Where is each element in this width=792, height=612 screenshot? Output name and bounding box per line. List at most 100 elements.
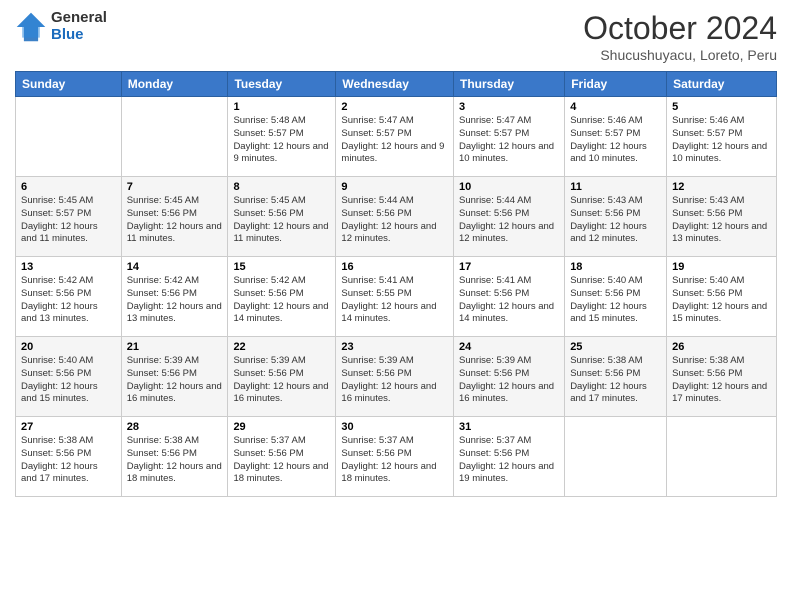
calendar-cell: 2Sunrise: 5:47 AMSunset: 5:57 PMDaylight…: [336, 97, 454, 177]
day-detail: Sunrise: 5:43 AMSunset: 5:56 PMDaylight:…: [672, 195, 771, 246]
day-number: 3: [459, 101, 559, 113]
calendar-cell: 14 Sunrise: 5:42 AMSunset: 5:56 PMDayligh…: [121, 257, 228, 337]
calendar-cell: 8 Sunrise: 5:45 AMSunset: 5:56 PMDaylight…: [228, 177, 336, 257]
calendar-cell: 29Sunrise: 5:37 AMSunset: 5:56 PMDayligh…: [228, 417, 336, 497]
day-detail: Sunrise: 5:41 AMSunset: 5:56 PMDaylight:…: [459, 275, 559, 326]
day-number: 1: [233, 101, 330, 113]
day-detail: Sunrise: 5:38 AMSunset: 5:56 PMDaylight:…: [672, 355, 771, 406]
calendar-cell: 7 Sunrise: 5:45 AMSunset: 5:56 PMDaylight…: [121, 177, 228, 257]
day-detail: Sunrise: 5:39 AMSunset: 5:56 PMDaylight:…: [459, 355, 559, 406]
logo-text: General Blue: [51, 10, 107, 43]
calendar-table: SundayMondayTuesdayWednesdayThursdayFrid…: [15, 71, 777, 497]
calendar-cell: 16 Sunrise: 5:41 AMSunset: 5:55 PMDayligh…: [336, 257, 454, 337]
location: Shucushuyacu, Loreto, Peru: [583, 47, 777, 63]
calendar-cell: 13Sunrise: 5:42 AMSunset: 5:56 PMDayligh…: [16, 257, 122, 337]
day-number: 28: [127, 421, 223, 433]
day-detail: Sunrise: 5:43 AMSunset: 5:56 PMDaylight:…: [570, 195, 661, 246]
calendar-cell: 15 Sunrise: 5:42 AMSunset: 5:56 PMDayligh…: [228, 257, 336, 337]
day-number: 16: [341, 261, 448, 273]
calendar-cell: 4 Sunrise: 5:46 AMSunset: 5:57 PMDaylight…: [565, 97, 667, 177]
calendar-cell: 20 Sunrise: 5:40 AMSunset: 5:56 PMDayligh…: [16, 337, 122, 417]
day-detail: Sunrise: 5:38 AMSunset: 5:56 PMDaylight:…: [570, 355, 661, 406]
day-number: 21: [127, 341, 223, 353]
calendar-cell: 27 Sunrise: 5:38 AMSunset: 5:56 PMDayligh…: [16, 417, 122, 497]
calendar-cell: 30Sunrise: 5:37 AMSunset: 5:56 PMDayligh…: [336, 417, 454, 497]
logo: General Blue: [15, 10, 107, 43]
day-number: 26: [672, 341, 771, 353]
day-detail: Sunrise: 5:40 AMSunset: 5:56 PMDaylight:…: [570, 275, 661, 326]
day-number: 7: [127, 181, 223, 193]
calendar-cell: 5Sunrise: 5:46 AMSunset: 5:57 PMDaylight…: [667, 97, 777, 177]
calendar-cell: [16, 97, 122, 177]
day-detail: Sunrise: 5:42 AMSunset: 5:56 PMDaylight:…: [233, 275, 330, 326]
day-detail: Sunrise: 5:44 AMSunset: 5:56 PMDaylight:…: [459, 195, 559, 246]
day-number: 22: [233, 341, 330, 353]
logo-blue: Blue: [51, 27, 107, 44]
month-title: October 2024: [583, 10, 777, 47]
day-number: 17: [459, 261, 559, 273]
day-detail: Sunrise: 5:46 AMSunset: 5:57 PMDaylight:…: [570, 115, 661, 166]
calendar-cell: 18Sunrise: 5:40 AMSunset: 5:56 PMDayligh…: [565, 257, 667, 337]
day-detail: Sunrise: 5:37 AMSunset: 5:56 PMDaylight:…: [459, 435, 559, 486]
calendar-cell: 28 Sunrise: 5:38 AMSunset: 5:56 PMDayligh…: [121, 417, 228, 497]
logo-icon: [15, 11, 47, 43]
calendar-cell: 6Sunrise: 5:45 AMSunset: 5:57 PMDaylight…: [16, 177, 122, 257]
day-number: 20: [21, 341, 116, 353]
day-number: 4: [570, 101, 661, 113]
day-number: 15: [233, 261, 330, 273]
week-row-2: 6Sunrise: 5:45 AMSunset: 5:57 PMDaylight…: [16, 177, 777, 257]
calendar-cell: [121, 97, 228, 177]
day-detail: Sunrise: 5:40 AMSunset: 5:56 PMDaylight:…: [672, 275, 771, 326]
calendar-cell: 17 Sunrise: 5:41 AMSunset: 5:56 PMDayligh…: [454, 257, 565, 337]
day-number: 14: [127, 261, 223, 273]
week-row-4: 20 Sunrise: 5:40 AMSunset: 5:56 PMDayligh…: [16, 337, 777, 417]
day-number: 25: [570, 341, 661, 353]
day-number: 11: [570, 181, 661, 193]
calendar-cell: 9 Sunrise: 5:44 AMSunset: 5:56 PMDaylight…: [336, 177, 454, 257]
calendar-cell: 22 Sunrise: 5:39 AMSunset: 5:56 PMDayligh…: [228, 337, 336, 417]
day-detail: Sunrise: 5:44 AMSunset: 5:56 PMDaylight:…: [341, 195, 448, 246]
day-number: 23: [341, 341, 448, 353]
day-number: 9: [341, 181, 448, 193]
day-detail: Sunrise: 5:45 AMSunset: 5:56 PMDaylight:…: [127, 195, 223, 246]
weekday-header-tuesday: Tuesday: [228, 72, 336, 97]
day-detail: Sunrise: 5:38 AMSunset: 5:56 PMDaylight:…: [21, 435, 116, 486]
weekday-header-thursday: Thursday: [454, 72, 565, 97]
day-number: 12: [672, 181, 771, 193]
week-row-1: 1 Sunrise: 5:48 AMSunset: 5:57 PMDaylight…: [16, 97, 777, 177]
calendar-cell: 1 Sunrise: 5:48 AMSunset: 5:57 PMDaylight…: [228, 97, 336, 177]
day-detail: Sunrise: 5:38 AMSunset: 5:56 PMDaylight:…: [127, 435, 223, 486]
logo-general: General: [51, 10, 107, 27]
day-detail: Sunrise: 5:42 AMSunset: 5:56 PMDaylight:…: [127, 275, 223, 326]
calendar-cell: 10Sunrise: 5:44 AMSunset: 5:56 PMDayligh…: [454, 177, 565, 257]
day-detail: Sunrise: 5:40 AMSunset: 5:56 PMDaylight:…: [21, 355, 116, 406]
calendar-cell: 19Sunrise: 5:40 AMSunset: 5:56 PMDayligh…: [667, 257, 777, 337]
day-detail: Sunrise: 5:39 AMSunset: 5:56 PMDaylight:…: [341, 355, 448, 406]
week-row-5: 27 Sunrise: 5:38 AMSunset: 5:56 PMDayligh…: [16, 417, 777, 497]
day-number: 8: [233, 181, 330, 193]
calendar-cell: [565, 417, 667, 497]
day-detail: Sunrise: 5:41 AMSunset: 5:55 PMDaylight:…: [341, 275, 448, 326]
day-detail: Sunrise: 5:48 AMSunset: 5:57 PMDaylight:…: [233, 115, 330, 166]
day-detail: Sunrise: 5:47 AMSunset: 5:57 PMDaylight:…: [341, 115, 448, 166]
week-row-3: 13 Sunrise: 5:42 AMSunset: 5:56 PMDayligh…: [16, 257, 777, 337]
page-header: General Blue October 2024 Shucushuyacu, …: [15, 10, 777, 63]
day-number: 27: [21, 421, 116, 433]
day-detail: Sunrise: 5:46 AMSunset: 5:57 PMDaylight:…: [672, 115, 771, 166]
calendar-cell: [667, 417, 777, 497]
day-number: 29: [233, 421, 330, 433]
weekday-header-friday: Friday: [565, 72, 667, 97]
calendar-cell: 25 Sunrise: 5:38 AMSunset: 5:56 PMDayligh…: [565, 337, 667, 417]
day-detail: Sunrise: 5:45 AMSunset: 5:56 PMDaylight:…: [233, 195, 330, 246]
day-number: 13: [21, 261, 116, 273]
calendar-cell: 21Sunrise: 5:39 AMSunset: 5:56 PMDayligh…: [121, 337, 228, 417]
day-number: 30: [341, 421, 448, 433]
day-number: 24: [459, 341, 559, 353]
calendar-cell: 26 Sunrise: 5:38 AMSunset: 5:56 PMDayligh…: [667, 337, 777, 417]
page-container: General Blue October 2024 Shucushuyacu, …: [0, 0, 792, 507]
calendar-cell: 24 Sunrise: 5:39 AMSunset: 5:56 PMDayligh…: [454, 337, 565, 417]
weekday-header-monday: Monday: [121, 72, 228, 97]
weekday-header-row: SundayMondayTuesdayWednesdayThursdayFrid…: [16, 72, 777, 97]
day-detail: Sunrise: 5:39 AMSunset: 5:56 PMDaylight:…: [233, 355, 330, 406]
day-detail: Sunrise: 5:47 AMSunset: 5:57 PMDaylight:…: [459, 115, 559, 166]
